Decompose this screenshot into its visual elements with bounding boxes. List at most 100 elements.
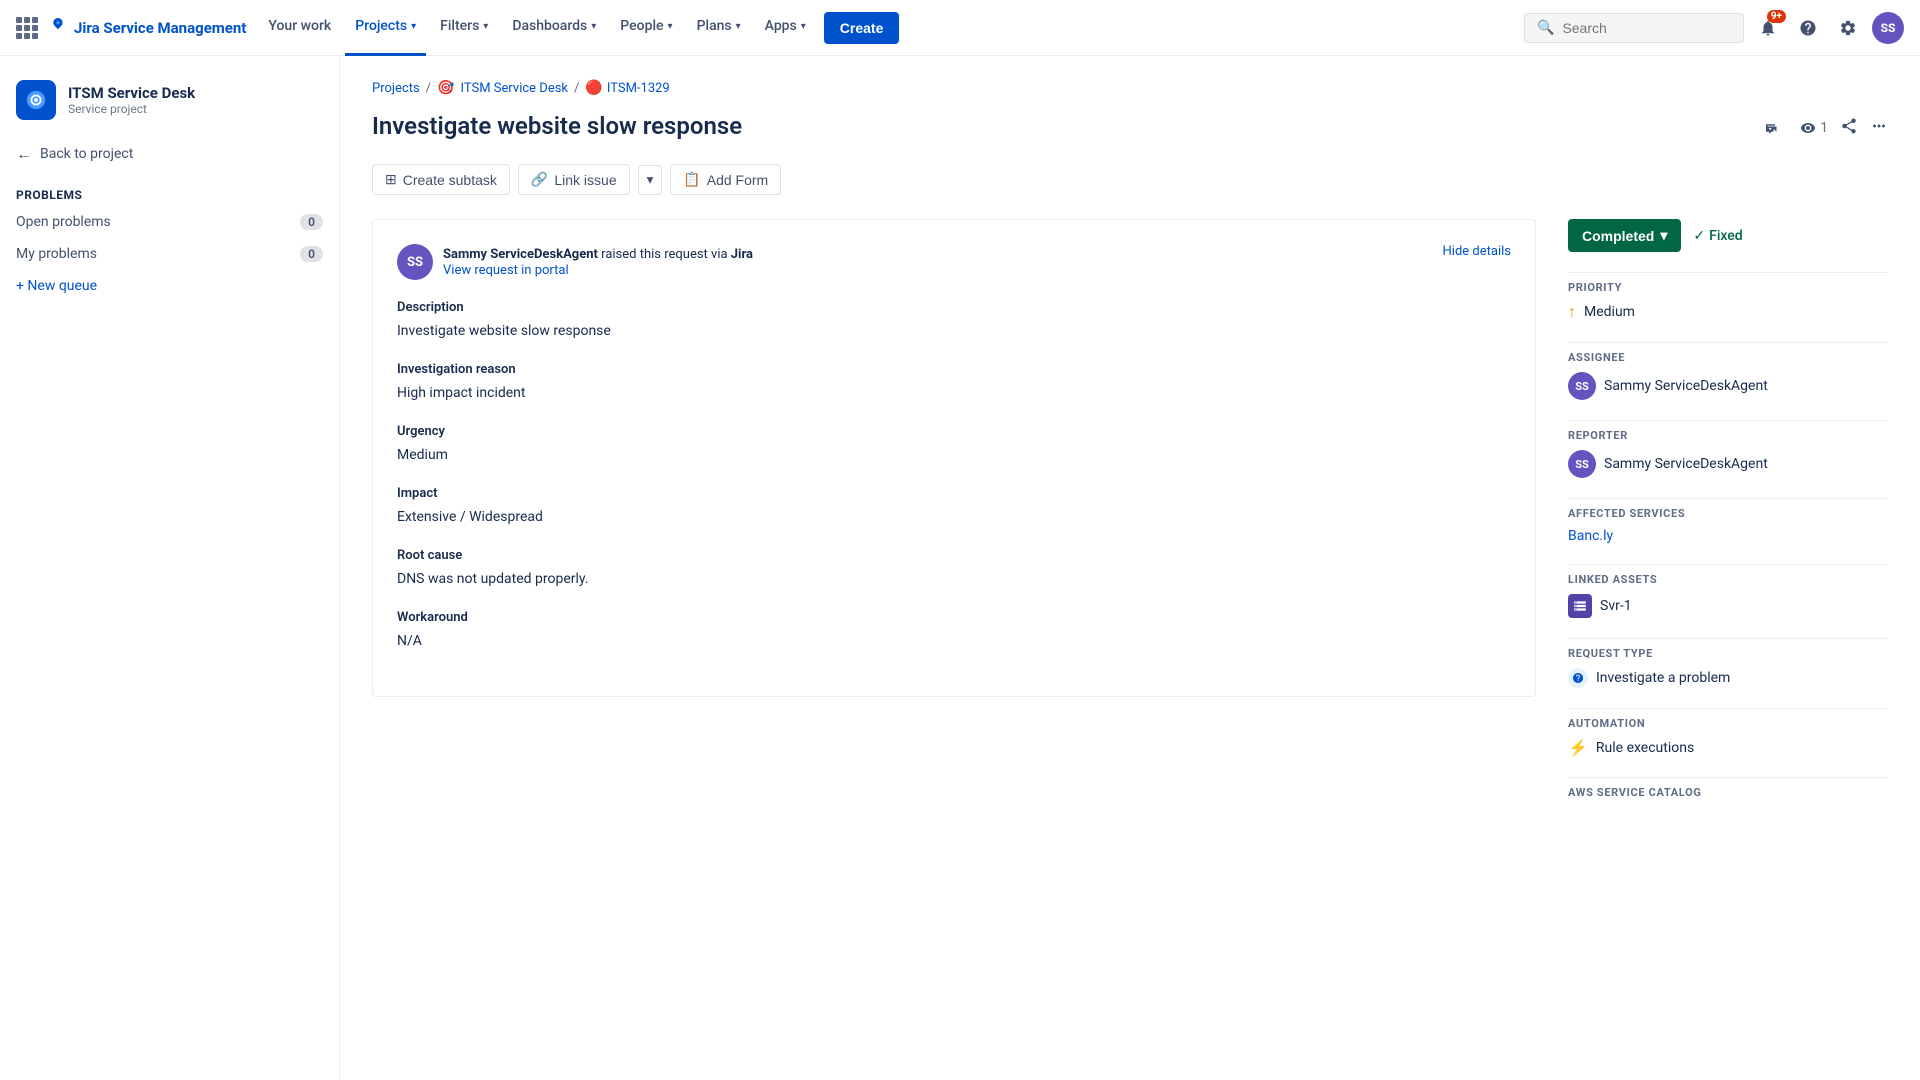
search-input[interactable] xyxy=(1562,20,1731,36)
topnav: Jira Service Management Your work Projec… xyxy=(0,0,1920,56)
server-icon xyxy=(1573,599,1587,613)
sidebar-project: ITSM Service Desk Service project xyxy=(0,72,339,136)
field-label-workaround: Workaround xyxy=(397,610,1511,625)
watch-button[interactable]: 1 xyxy=(1800,120,1828,136)
field-label-impact: Impact xyxy=(397,486,1511,501)
assignee-label: Assignee xyxy=(1568,351,1888,364)
avatar[interactable]: SS xyxy=(1872,12,1904,44)
grid-icon xyxy=(16,17,38,39)
issue-type-icon: 🔴 xyxy=(585,80,602,96)
more-actions-dropdown[interactable]: ▾ xyxy=(638,165,663,195)
requester-via-text: raised this request via xyxy=(601,247,731,262)
divider xyxy=(1568,564,1888,565)
field-urgency: Urgency Medium xyxy=(397,424,1511,466)
field-value-investigation: High impact incident xyxy=(397,383,1511,404)
sidebar-project-info: ITSM Service Desk Service project xyxy=(68,84,195,116)
request-type-value: Investigate a problem xyxy=(1568,668,1888,688)
completed-button[interactable]: Completed ▾ xyxy=(1568,219,1681,252)
field-root-cause: Root cause DNS was not updated properly. xyxy=(397,548,1511,590)
breadcrumb-project[interactable]: ITSM Service Desk xyxy=(460,81,568,96)
nav-dashboards[interactable]: Dashboards ▾ xyxy=(502,0,606,56)
divider xyxy=(1568,777,1888,778)
requester-text: Sammy ServiceDeskAgent raised this reque… xyxy=(443,247,753,262)
panel-linked-assets: LINKED ASSETS Svr-1 xyxy=(1568,573,1888,618)
chevron-down-icon: ▾ xyxy=(483,21,488,32)
breadcrumb: Projects / 🎯 ITSM Service Desk / 🔴 ITSM-… xyxy=(372,80,1888,96)
notification-badge: 9+ xyxy=(1767,10,1786,23)
megaphone-icon xyxy=(1763,119,1781,137)
field-value-urgency: Medium xyxy=(397,445,1511,466)
issue-body: SS Sammy ServiceDeskAgent raised this re… xyxy=(372,219,1536,819)
nav-people[interactable]: People ▾ xyxy=(610,0,682,56)
chevron-down-icon: ▾ xyxy=(411,21,416,32)
requester-avatar: SS xyxy=(397,244,433,280)
sidebar-item-my-problems[interactable]: My problems 0 xyxy=(0,238,339,270)
affected-service-link[interactable]: Banc.ly xyxy=(1568,528,1613,544)
help-button[interactable] xyxy=(1792,12,1824,44)
field-value-workaround: N/A xyxy=(397,631,1511,652)
back-icon: ← xyxy=(16,144,32,164)
detail-card: SS Sammy ServiceDeskAgent raised this re… xyxy=(372,219,1536,697)
assignee-avatar: SS xyxy=(1568,372,1596,400)
back-to-project-button[interactable]: ← Back to project xyxy=(0,136,339,172)
chevron-down-icon: ▾ xyxy=(668,21,673,32)
announce-button[interactable] xyxy=(1756,112,1788,144)
investigate-icon xyxy=(1572,672,1584,684)
field-investigation-reason: Investigation reason High impact inciden… xyxy=(397,362,1511,404)
project-icon xyxy=(16,80,56,120)
bolt-icon: ⚡ xyxy=(1568,738,1588,757)
view-request-link[interactable]: View request in portal xyxy=(443,263,569,278)
aws-label: AWS Service Catalog xyxy=(1568,786,1888,799)
breadcrumb-projects[interactable]: Projects xyxy=(372,81,420,96)
chevron-down-icon: ▾ xyxy=(736,21,741,32)
reporter-label: Reporter xyxy=(1568,429,1888,442)
panel-affected-services: Affected services Banc.ly xyxy=(1568,507,1888,544)
automation-label: Automation xyxy=(1568,717,1888,730)
jira-icon xyxy=(48,18,68,38)
chevron-down-icon: ▾ xyxy=(591,21,596,32)
logo[interactable]: Jira Service Management xyxy=(16,17,246,39)
reporter-avatar: SS xyxy=(1568,450,1596,478)
field-value-description: Investigate website slow response xyxy=(397,321,1511,342)
field-value-root-cause: DNS was not updated properly. xyxy=(397,569,1511,590)
add-form-button[interactable]: 📋 Add Form xyxy=(670,164,781,195)
settings-icon xyxy=(1839,19,1857,37)
breadcrumb-project-icon: 🎯 xyxy=(437,80,454,96)
divider xyxy=(1568,342,1888,343)
breadcrumb-issue-id[interactable]: ITSM-1329 xyxy=(607,81,670,96)
hide-details-button[interactable]: Hide details xyxy=(1443,244,1511,259)
nav-plans[interactable]: Plans ▾ xyxy=(687,0,751,56)
notifications-button[interactable]: 9+ xyxy=(1752,12,1784,44)
issue-sidebar: Completed ▾ ✓ Fixed Priority ↑ Medium xyxy=(1568,219,1888,819)
more-options-button[interactable] xyxy=(1870,117,1888,140)
link-icon: 🔗 xyxy=(531,171,548,188)
divider xyxy=(1568,708,1888,709)
nav-your-work[interactable]: Your work xyxy=(258,0,341,56)
linked-assets-label: LINKED ASSETS xyxy=(1568,573,1888,586)
linked-asset-value: Svr-1 xyxy=(1568,594,1888,618)
search-icon: 🔍 xyxy=(1537,20,1554,36)
requester-via-platform: Jira xyxy=(731,247,753,262)
breadcrumb-issue: 🔴 ITSM-1329 xyxy=(585,80,669,96)
nav-filters[interactable]: Filters ▾ xyxy=(430,0,498,56)
settings-button[interactable] xyxy=(1832,12,1864,44)
create-button[interactable]: Create xyxy=(824,12,900,44)
nav-projects[interactable]: Projects ▾ xyxy=(345,0,426,56)
automation-value: ⚡ Rule executions xyxy=(1568,738,1888,757)
search-box[interactable]: 🔍 xyxy=(1524,13,1744,43)
sidebar-section-label: Problems xyxy=(0,180,339,206)
nav-right-actions: 🔍 9+ SS xyxy=(1524,12,1904,44)
subtask-icon: ⊞ xyxy=(385,171,397,188)
nav-apps[interactable]: Apps ▾ xyxy=(755,0,816,56)
form-icon: 📋 xyxy=(683,171,700,188)
create-subtask-button[interactable]: ⊞ Create subtask xyxy=(372,164,510,195)
link-issue-button[interactable]: 🔗 Link issue xyxy=(518,164,630,195)
sidebar-item-open-problems[interactable]: Open problems 0 xyxy=(0,206,339,238)
reporter-value: SS Sammy ServiceDeskAgent xyxy=(1568,450,1888,478)
share-button[interactable] xyxy=(1840,117,1858,140)
sidebar-item-badge: 0 xyxy=(300,214,323,230)
field-description: Description Investigate website slow res… xyxy=(397,300,1511,342)
new-queue-button[interactable]: + New queue xyxy=(0,270,339,302)
requester-name: Sammy ServiceDeskAgent xyxy=(443,247,598,262)
divider xyxy=(1568,638,1888,639)
